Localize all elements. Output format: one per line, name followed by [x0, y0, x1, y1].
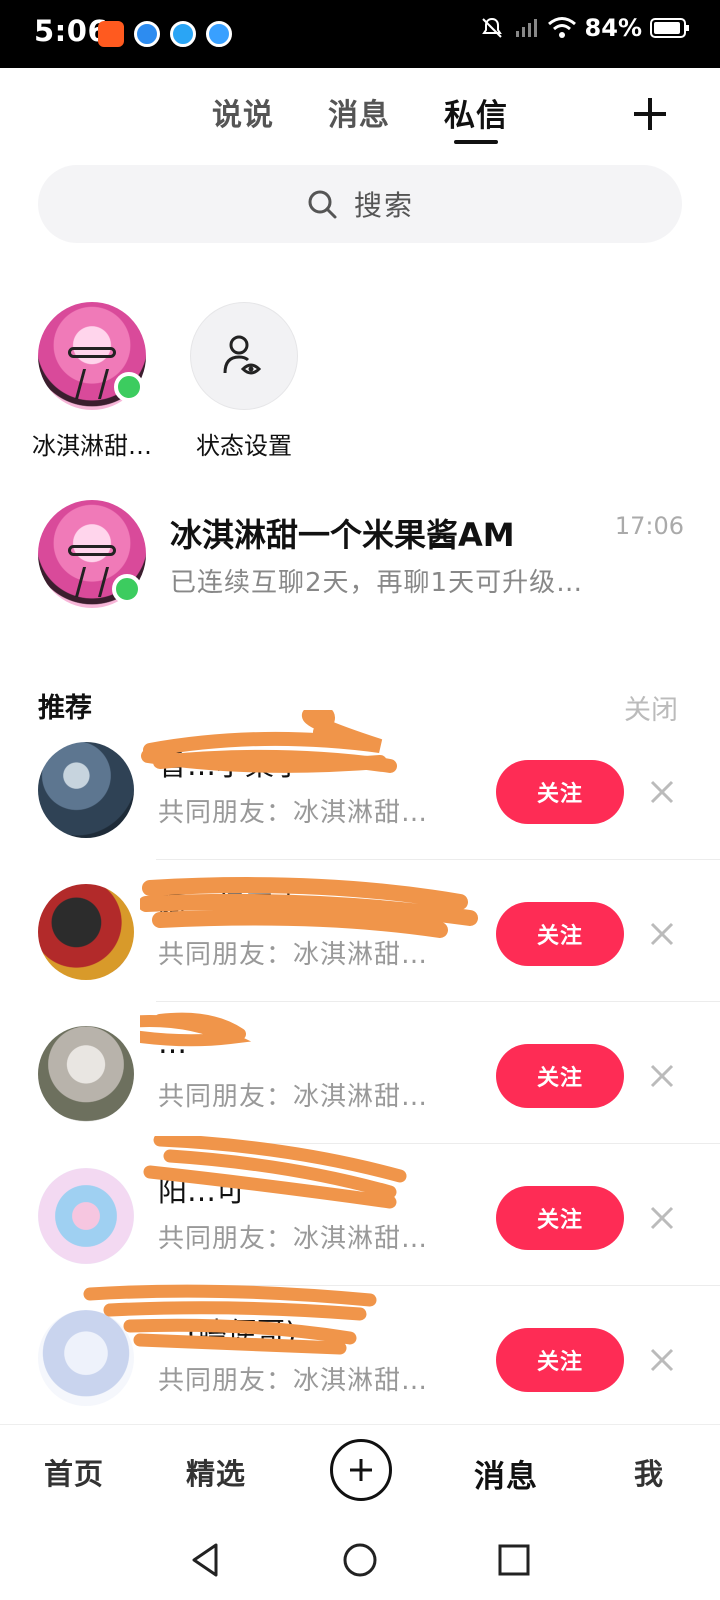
avatar[interactable] — [38, 1026, 134, 1122]
list-item[interactable]: 阳…可 共同朋友：冰淇淋甜… 关注 — [0, 1136, 720, 1286]
list-item[interactable]: …(嗑便哥) 共同朋友：冰淇淋甜… 关注 — [0, 1284, 720, 1428]
close-icon[interactable] — [648, 778, 676, 806]
mutual-friends: 共同朋友：冰淇淋甜… — [158, 1224, 429, 1254]
bell-muted-icon — [481, 17, 502, 38]
tab-private-messages[interactable]: 私信 — [444, 90, 508, 135]
follow-button[interactable]: 关注 — [496, 1044, 624, 1108]
tab-shuoshuo[interactable]: 说说 — [212, 90, 274, 134]
avatar[interactable] — [38, 1310, 134, 1406]
list-item[interactable]: 阿…得罗夫 共同朋友：冰淇淋甜… 关注 — [0, 862, 720, 1002]
app-notification-icon — [134, 21, 160, 47]
recommend-name: 阿…得罗夫 — [158, 890, 304, 924]
recommend-name: … — [158, 1026, 187, 1060]
close-icon[interactable] — [648, 1062, 676, 1090]
app-notification-icon — [170, 21, 196, 47]
follow-button[interactable]: 关注 — [496, 760, 624, 824]
cloud-icon — [206, 21, 232, 47]
wifi-icon — [547, 17, 576, 38]
story-item-friend[interactable]: 冰淇淋甜… — [26, 302, 158, 461]
list-item[interactable]: … 共同朋友：冰淇淋甜… 关注 — [0, 1004, 720, 1144]
back-icon[interactable] — [186, 1540, 226, 1580]
system-nav-bar — [0, 1522, 720, 1600]
list-item[interactable]: 香…小梨子 共同朋友：冰淇淋甜… 关注 — [0, 710, 720, 860]
home-icon[interactable] — [340, 1540, 380, 1580]
story-name: 冰淇淋甜… — [32, 432, 152, 460]
search-icon — [308, 190, 337, 219]
plus-icon — [350, 1459, 372, 1481]
top-tabs: 说说 消息 私信 — [0, 80, 720, 150]
recommend-name: 香…小梨子 — [158, 748, 304, 782]
close-icon[interactable] — [648, 920, 676, 948]
close-icon[interactable] — [648, 1204, 676, 1232]
online-indicator — [112, 574, 142, 604]
avatar[interactable] — [38, 742, 134, 838]
battery-icon — [650, 18, 689, 38]
divider — [156, 1285, 720, 1286]
recents-icon[interactable] — [494, 1540, 534, 1580]
add-icon[interactable] — [630, 94, 670, 134]
story-name: 状态设置 — [196, 432, 292, 460]
user-visibility-icon — [223, 335, 262, 375]
tab-messages[interactable]: 消息 — [328, 90, 390, 134]
search-bar[interactable]: 搜索 — [38, 165, 682, 243]
bottom-nav: 首页 精选 消息 我 — [0, 1424, 720, 1522]
active-tab-indicator — [454, 140, 498, 144]
nav-me[interactable]: 我 — [634, 1451, 664, 1493]
follow-button[interactable]: 关注 — [496, 902, 624, 966]
avatar[interactable] — [38, 1168, 134, 1264]
signal-icon — [515, 19, 537, 37]
follow-button[interactable]: 关注 — [496, 1328, 624, 1392]
mutual-friends: 共同朋友：冰淇淋甜… — [158, 940, 429, 970]
redaction-scribble — [140, 1012, 252, 1047]
nav-messages[interactable]: 消息 — [474, 1451, 538, 1496]
status-bar: 5:06 84% — [0, 0, 720, 68]
mutual-friends: 共同朋友：冰淇淋甜… — [158, 798, 429, 828]
battery-level: 84% — [584, 14, 642, 42]
follow-button[interactable]: 关注 — [496, 1186, 624, 1250]
close-icon[interactable] — [648, 1346, 676, 1374]
story-item-status-settings[interactable]: 状态设置 — [178, 302, 310, 461]
mutual-friends: 共同朋友：冰淇淋甜… — [158, 1082, 429, 1112]
conversation-time: 17:06 — [614, 512, 684, 540]
create-button[interactable] — [330, 1439, 392, 1501]
status-settings-button[interactable] — [190, 302, 298, 410]
conversation-name: 冰淇淋甜一个米果酱AM — [170, 516, 515, 554]
divider — [156, 859, 720, 860]
avatar[interactable] — [38, 884, 134, 980]
search-placeholder: 搜索 — [353, 189, 414, 222]
divider — [156, 1143, 720, 1144]
recommend-name: 阳…可 — [158, 1174, 246, 1208]
online-indicator — [114, 372, 144, 402]
mutual-friends: 共同朋友：冰淇淋甜… — [158, 1366, 429, 1396]
nav-featured[interactable]: 精选 — [186, 1451, 246, 1493]
recommend-name: …(嗑便哥) — [158, 1316, 297, 1350]
nav-home[interactable]: 首页 — [44, 1451, 104, 1493]
conversation-item[interactable]: 冰淇淋甜一个米果酱AM 17:06 已连续互聊2天，再聊1天可升级… — [0, 500, 720, 612]
app-notification-icon — [98, 21, 124, 47]
divider — [156, 1001, 720, 1002]
conversation-preview: 已连续互聊2天，再聊1天可升级… — [170, 568, 584, 598]
